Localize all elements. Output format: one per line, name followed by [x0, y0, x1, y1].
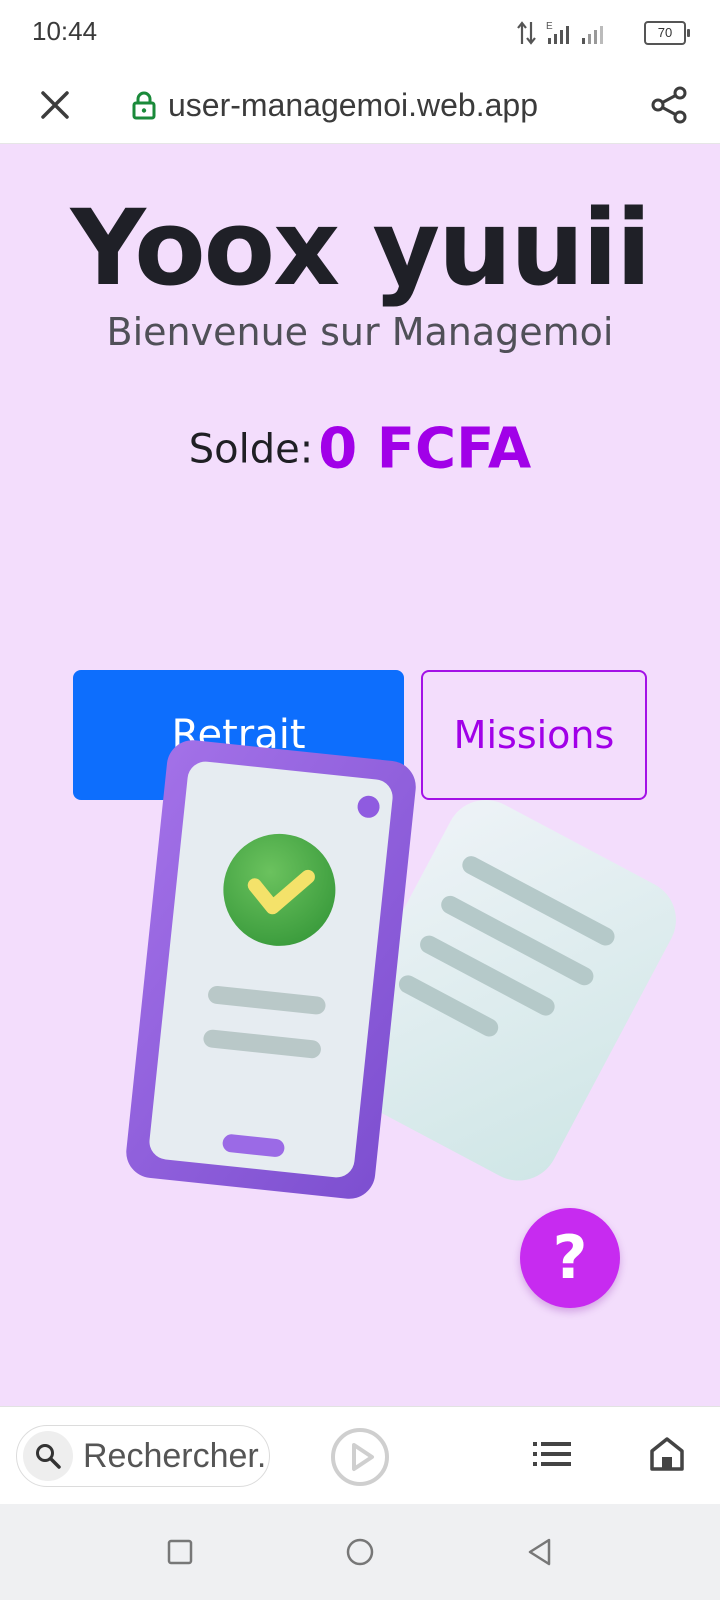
system-home-button[interactable] [336, 1528, 384, 1576]
play-icon [331, 1428, 389, 1486]
home-button[interactable] [642, 1429, 692, 1479]
play-button[interactable] [330, 1427, 390, 1487]
browser-url-bar: user-managemoi.web.app [0, 66, 720, 144]
tabs-list-button[interactable] [530, 1431, 576, 1477]
balance-display: Solde: 0 FCFA [0, 414, 720, 485]
svg-text:E: E [546, 21, 553, 32]
phone-document-illustration [126, 740, 676, 1199]
url-text: user-managemoi.web.app [168, 86, 538, 123]
balance-label: Solde: [188, 426, 314, 473]
signal-icon: E [546, 21, 603, 44]
square-icon [167, 1539, 193, 1565]
close-icon [41, 91, 69, 119]
back-triangle-icon [528, 1538, 551, 1566]
recent-apps-button[interactable] [156, 1528, 204, 1576]
circle-icon [346, 1538, 374, 1566]
welcome-subtitle: Bienvenue sur Managemoi [106, 310, 614, 354]
url-field[interactable]: user-managemoi.web.app [132, 80, 538, 130]
list-icon [533, 1442, 571, 1466]
browser-bottom-toolbar: Rechercher... [0, 1406, 720, 1504]
system-navigation-bar [0, 1504, 720, 1600]
balance-value: 0 FCFA [318, 416, 532, 482]
share-icon [651, 86, 687, 124]
back-button[interactable] [516, 1528, 564, 1576]
share-button[interactable] [644, 80, 694, 130]
data-transfer-icon [517, 21, 536, 45]
status-time: 10:44 [32, 16, 98, 46]
search-input[interactable]: Rechercher... [16, 1425, 270, 1487]
search-placeholder: Rechercher... [83, 1436, 269, 1475]
search-icon-container [23, 1431, 73, 1481]
battery-icon: 70 [644, 21, 690, 45]
page-title: Yoox yuuii [70, 187, 651, 309]
close-button[interactable] [30, 80, 80, 130]
lock-icon [132, 91, 156, 120]
search-icon [36, 1444, 61, 1469]
status-icons: E 70 [516, 18, 690, 48]
home-icon [650, 1437, 684, 1471]
phone-shape [126, 740, 416, 1199]
status-bar: 10:44 E 70 [0, 0, 720, 66]
help-button[interactable]: ? [520, 1208, 620, 1308]
